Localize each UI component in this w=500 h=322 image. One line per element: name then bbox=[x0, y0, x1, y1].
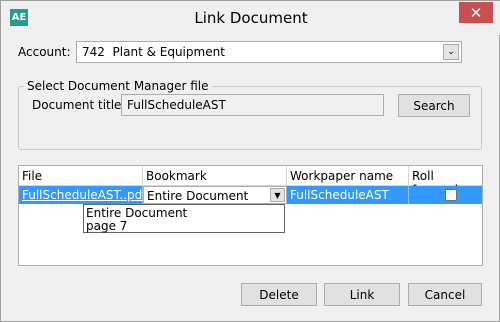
close-icon[interactable]: ✕ bbox=[459, 2, 493, 23]
search-button[interactable]: Search bbox=[398, 94, 470, 117]
column-header-file[interactable]: File bbox=[19, 166, 143, 186]
column-header-workpaper-name[interactable]: Workpaper name bbox=[287, 166, 409, 186]
bookmark-option[interactable]: page 7 bbox=[86, 219, 127, 233]
bookmark-value: Entire Document bbox=[147, 189, 249, 203]
title-bar[interactable]: AE Link Document ✕ bbox=[1, 1, 500, 35]
account-select[interactable]: 742 Plant & Equipment ⌄ bbox=[76, 41, 462, 63]
bookmark-select[interactable]: Entire Document ▼ bbox=[143, 186, 287, 204]
group-legend: Select Document Manager file bbox=[24, 79, 212, 93]
link-button[interactable]: Link bbox=[324, 283, 400, 306]
chevron-down-icon[interactable]: ▼ bbox=[270, 188, 285, 202]
delete-button[interactable]: Delete bbox=[241, 283, 317, 306]
chevron-down-icon[interactable]: ⌄ bbox=[443, 44, 459, 60]
file-link[interactable]: FullScheduleAST..pdf bbox=[22, 188, 146, 202]
document-title-value: FullScheduleAST bbox=[127, 98, 226, 112]
document-title-field: FullScheduleAST bbox=[121, 94, 384, 116]
roll-forward-checkbox[interactable] bbox=[445, 189, 457, 201]
workpaper-name-cell[interactable]: FullScheduleAST bbox=[287, 186, 409, 204]
bookmark-option[interactable]: Entire Document bbox=[86, 206, 187, 220]
bookmark-dropdown-list: Entire Document page 7 bbox=[83, 204, 285, 233]
document-title-label: Document title: bbox=[32, 98, 126, 112]
column-header-roll-forward[interactable]: Roll forward bbox=[409, 166, 482, 197]
window-title: Link Document bbox=[194, 9, 308, 27]
account-value: 742 Plant & Equipment bbox=[82, 45, 225, 59]
table-row[interactable]: FullScheduleAST..pdf Entire Document ▼ F… bbox=[19, 186, 482, 204]
account-label: Account: bbox=[18, 45, 71, 59]
column-header-bookmark[interactable]: Bookmark bbox=[143, 166, 287, 186]
file-cell: FullScheduleAST..pdf bbox=[19, 186, 146, 204]
cancel-button[interactable]: Cancel bbox=[408, 283, 482, 306]
